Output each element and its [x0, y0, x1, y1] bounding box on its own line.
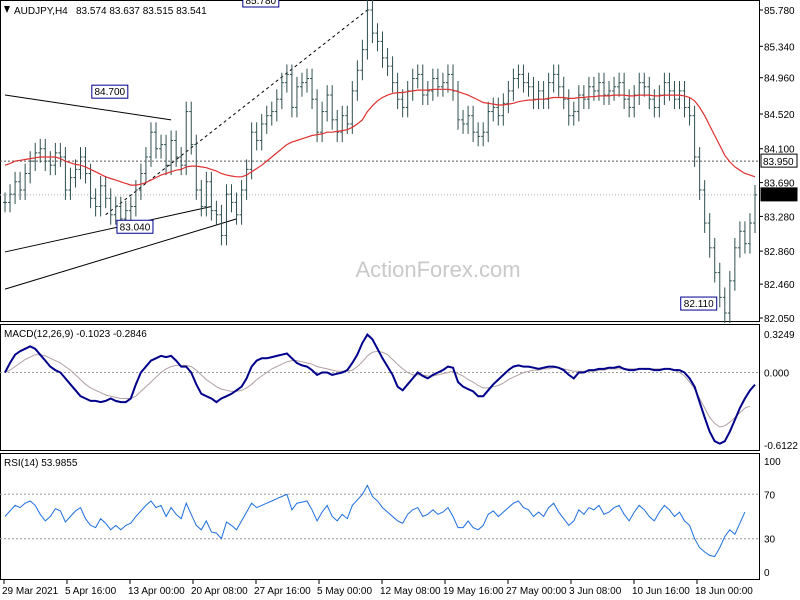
rsi-tick-label: 0 — [764, 568, 770, 579]
x-tick-label: 5 May 00:00 — [317, 586, 372, 597]
x-tick-label: 5 Apr 16:00 — [65, 586, 117, 597]
rsi-title: RSI(14) 53.9855 — [4, 458, 78, 469]
price-tick-label: 84.520 — [764, 110, 795, 121]
rsi-tick-label: 30 — [764, 535, 776, 546]
price-annotation: 84.700 — [91, 84, 129, 99]
x-tick-label: 27 Apr 16:00 — [254, 586, 311, 597]
rsi-tick-label: 70 — [764, 490, 776, 501]
macd-tick-label: 0.000 — [764, 368, 789, 379]
x-tick-label: 29 Mar 2021 — [2, 586, 59, 597]
price-header: AUDJPY,H4 83.574 83.637 83.515 83.541 — [4, 6, 207, 17]
ohlc-values: 83.574 83.637 83.515 83.541 — [76, 6, 207, 17]
x-tick-label: 12 May 08:00 — [380, 586, 441, 597]
price-annotation: 83.040 — [116, 219, 154, 234]
price-tick-label: 85.340 — [764, 42, 795, 53]
rsi-tick-label: 100 — [764, 457, 781, 468]
price-annotation: 82.110 — [680, 296, 718, 311]
annotation-label: 83.040 — [120, 222, 151, 233]
price-badge-label: 83.541 — [763, 191, 794, 202]
chart-svg: ActionForex.com AUDJPY,H4 83.574 83.637 … — [0, 0, 800, 600]
x-tick-label: 3 Jun 08:00 — [569, 586, 622, 597]
price-tick-label: 85.780 — [764, 6, 795, 17]
x-tick-label: 27 May 00:00 — [506, 586, 567, 597]
price-tick-label: 83.280 — [764, 212, 795, 223]
price-badge: 83.950 — [760, 153, 798, 168]
price-tick-label: 82.460 — [764, 280, 795, 291]
x-tick-label: 19 May 16:00 — [443, 586, 504, 597]
x-tick-label: 20 Apr 08:00 — [191, 586, 248, 597]
price-tick-label: 82.050 — [764, 314, 795, 325]
macd-title: MACD(12,26,9) -0.1023 -0.2846 — [4, 329, 147, 340]
watermark-text: ActionForex.com — [355, 257, 520, 282]
x-tick-label: 18 Jun 00:00 — [695, 586, 753, 597]
symbol-label: AUDJPY,H4 — [14, 6, 68, 17]
macd-tick-label: -0.6122 — [764, 441, 798, 452]
macd-tick-label: 0.3249 — [764, 330, 795, 341]
annotation-label: 84.700 — [95, 87, 126, 98]
price-annotation: 85.780 — [242, 0, 280, 8]
price-tick-label: 82.860 — [764, 247, 795, 258]
price-tick-label: 84.960 — [764, 74, 795, 85]
x-tick-label: 13 Apr 00:00 — [128, 586, 185, 597]
price-badge-label: 83.950 — [763, 157, 794, 168]
annotation-label: 82.110 — [684, 299, 714, 310]
annotation-label: 85.780 — [246, 0, 277, 7]
price-badge: 83.541 — [760, 187, 798, 202]
x-tick-label: 10 Jun 16:00 — [632, 586, 690, 597]
